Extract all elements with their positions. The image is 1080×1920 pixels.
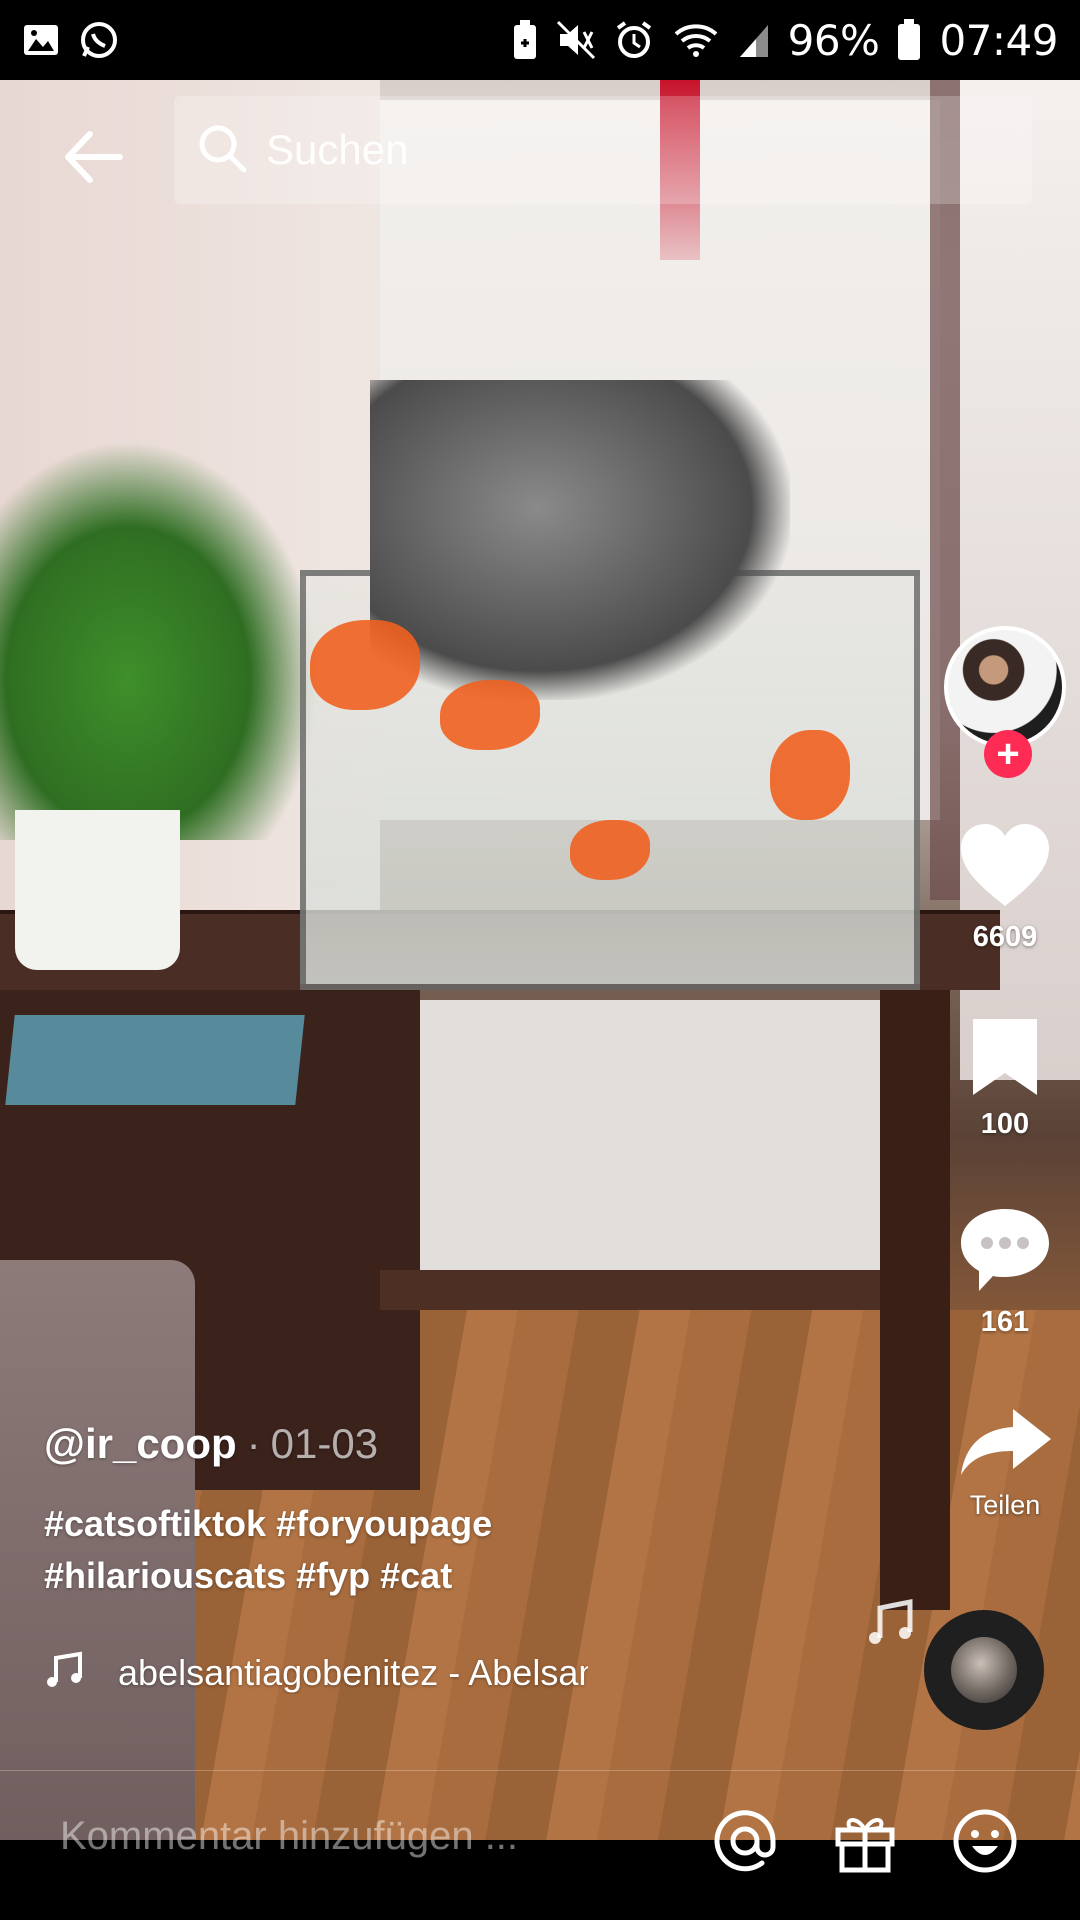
alarm-icon: [614, 20, 654, 60]
whatsapp-icon: [78, 19, 120, 61]
video-scene-tray: [5, 1015, 305, 1105]
video-scene-fish: [440, 680, 540, 750]
comment-divider: [0, 1770, 1080, 1771]
comment-input[interactable]: Kommentar hinzufügen ...: [60, 1814, 518, 1859]
bookmark-action: 100: [930, 1015, 1080, 1141]
video-scene-lower-wall: [420, 1000, 880, 1270]
comment-count: 161: [980, 1306, 1030, 1338]
like-count: 6609: [972, 921, 1038, 953]
mute-icon: [556, 20, 596, 60]
music-row[interactable]: abelsantiagobenitez - Abelsantiagobenite…: [44, 1650, 588, 1695]
creator-avatar-group: +: [944, 626, 1066, 778]
video-scene-fish: [770, 730, 850, 820]
battery-percent: 96%: [787, 15, 880, 65]
video-scene-pot: [15, 810, 180, 970]
arrow-left-icon: [65, 131, 123, 183]
at-icon[interactable]: [710, 1806, 780, 1876]
video-scene-fish: [570, 820, 650, 880]
music-note-icon: [44, 1650, 84, 1695]
search-placeholder: Suchen: [266, 126, 409, 173]
video-scene-cat: [370, 380, 790, 700]
floating-music-note-icon: [864, 1596, 916, 1653]
bookmark-count: 100: [980, 1108, 1030, 1140]
music-title: abelsantiagobenitez - Abelsantiagobenite…: [118, 1651, 588, 1693]
author-line: @ir_coop · 01-03: [44, 1420, 864, 1468]
gift-icon[interactable]: [830, 1806, 900, 1876]
post-date: 01-03: [270, 1420, 379, 1467]
search-icon: [196, 122, 248, 179]
share-action: Teilen: [930, 1405, 1080, 1521]
plus-icon: +: [996, 732, 1020, 776]
status-bar: 96% 07:49: [0, 0, 1080, 80]
bookmark-icon: [973, 1019, 1037, 1095]
wifi-icon: [672, 20, 720, 60]
comment-button[interactable]: [957, 1205, 1053, 1300]
signal-icon: [738, 21, 770, 59]
author-handle[interactable]: @ir_coop: [44, 1420, 237, 1468]
like-action: 6609: [930, 820, 1080, 954]
clock: 07:49: [939, 15, 1058, 65]
share-icon: [961, 1409, 1051, 1475]
comment-action: 161: [930, 1205, 1080, 1339]
music-disc-button[interactable]: [924, 1610, 1044, 1730]
back-button[interactable]: [58, 122, 128, 192]
video-scene-fish: [310, 620, 420, 710]
video-caption: @ir_coop · 01-03 #catsoftiktok #foryoupa…: [44, 1420, 864, 1693]
hashtags[interactable]: #catsoftiktok #foryoupage #hilariouscats…: [44, 1498, 604, 1602]
top-bar: Suchen: [0, 80, 1080, 220]
comment-icon: [961, 1209, 1049, 1291]
gallery-icon: [22, 21, 60, 59]
emoji-icon[interactable]: [950, 1806, 1020, 1876]
battery-saver-icon: [512, 19, 538, 61]
follow-button[interactable]: +: [984, 730, 1032, 778]
heart-icon: [961, 824, 1049, 906]
share-label: Teilen: [969, 1490, 1041, 1520]
search-input[interactable]: Suchen: [174, 96, 1032, 204]
like-button[interactable]: [957, 820, 1053, 915]
bookmark-button[interactable]: [967, 1015, 1043, 1102]
date-separator: ·: [246, 1420, 261, 1467]
video-scene-table-shelf: [380, 1270, 900, 1310]
video-scene-plant: [0, 440, 320, 840]
music-disc-cover: [951, 1637, 1017, 1703]
battery-icon: [897, 19, 921, 61]
share-button[interactable]: [957, 1405, 1053, 1482]
